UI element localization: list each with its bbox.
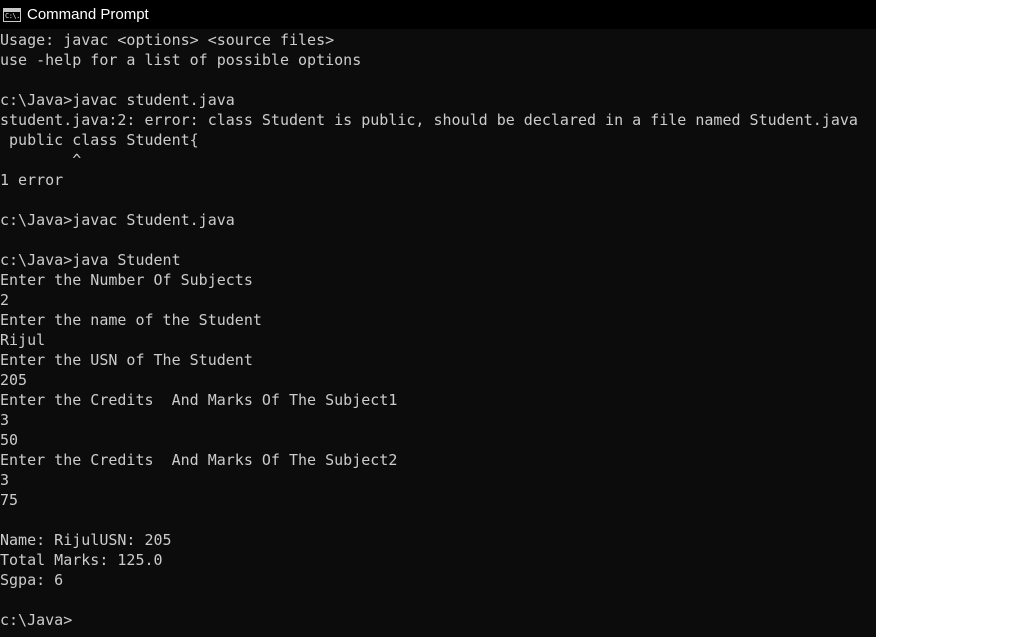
console-line: Enter the name of the Student: [0, 311, 262, 329]
console-line: c:\Java>java Student: [0, 251, 181, 269]
console-line: c:\Java>: [0, 611, 73, 629]
console-line: 2: [0, 291, 10, 309]
console-output[interactable]: Usage: javac <options> <source files> use…: [0, 30, 876, 637]
console-line: 1 error: [0, 171, 64, 189]
title-bar[interactable]: C:\. Command Prompt: [0, 0, 876, 29]
console-line: Enter the Number Of Subjects: [0, 271, 253, 289]
console-line: Name: RijulUSN: 205: [0, 531, 172, 549]
console-line: Enter the USN of The Student: [0, 351, 253, 369]
console-line: Sgpa: 6: [0, 571, 64, 589]
window-title: Command Prompt: [27, 6, 149, 23]
console-line: Enter the Credits And Marks Of The Subje…: [0, 391, 398, 409]
console-line: 50: [0, 431, 19, 449]
command-prompt-icon: C:\.: [3, 7, 21, 22]
console-line: Usage: javac <options> <source files>: [0, 31, 335, 49]
console-line: use -help for a list of possible options: [0, 51, 362, 69]
console-line: student.java:2: error: class Student is …: [0, 111, 858, 129]
console-line: Rijul: [0, 331, 46, 349]
console-line: public class Student{: [0, 131, 199, 149]
console-line: 3: [0, 411, 10, 429]
command-prompt-icon-text: C:\.: [5, 11, 20, 20]
console-line: c:\Java>javac student.java: [0, 91, 235, 109]
command-prompt-window: C:\. Command Prompt Usage: javac <option…: [0, 0, 876, 637]
console-line: 205: [0, 371, 28, 389]
console-line: 75: [0, 491, 19, 509]
console-line: Enter the Credits And Marks Of The Subje…: [0, 451, 398, 469]
console-line: c:\Java>javac Student.java: [0, 211, 235, 229]
console-line: Total Marks: 125.0: [0, 551, 163, 569]
console-line: ^: [0, 151, 82, 169]
console-line: 3: [0, 471, 10, 489]
